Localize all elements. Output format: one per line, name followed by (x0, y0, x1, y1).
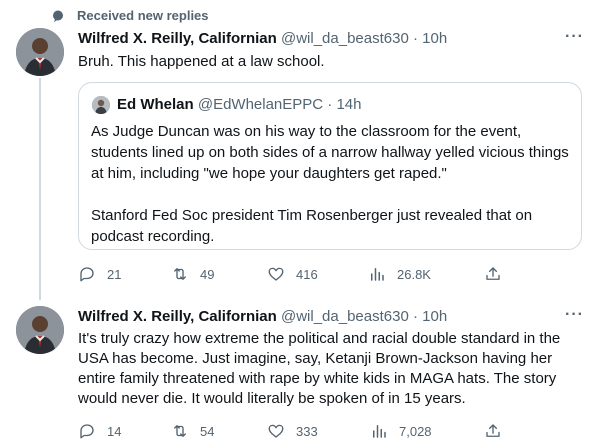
author-handle[interactable]: @wil_da_beast630 (281, 308, 409, 325)
tweet-header: Wilfred X. Reilly, Californian @wil_da_b… (78, 308, 447, 325)
person-avatar-icon (92, 96, 110, 114)
reply-icon (80, 424, 94, 439)
like-count: 416 (296, 266, 318, 282)
view-count: 26.8K (397, 266, 431, 282)
view-count: 7,028 (399, 423, 432, 439)
retweet-button[interactable]: 49 (171, 265, 214, 283)
person-avatar-icon (16, 28, 64, 76)
heart-icon (268, 267, 284, 281)
retweet-button[interactable]: 54 (171, 422, 214, 440)
reply-button[interactable]: 14 (78, 422, 121, 440)
share-icon (486, 267, 500, 280)
quoted-author-handle[interactable]: @EdWhelanEPPC (198, 96, 323, 113)
quoted-tweet-card[interactable]: Ed Whelan @EdWhelanEPPC · 14h As Judge D… (78, 82, 582, 250)
tweet-time[interactable]: · 10h (413, 308, 447, 325)
author-name[interactable]: Wilfred X. Reilly, Californian (78, 30, 277, 47)
tweet-text: It's truly crazy how extreme the politic… (78, 330, 561, 407)
views-button[interactable]: 26.8K (368, 265, 431, 283)
thread-connector-line (39, 78, 41, 300)
bar-chart-icon (371, 268, 384, 281)
reply-button[interactable]: 21 (78, 265, 121, 283)
reply-count: 14 (107, 423, 122, 439)
views-button[interactable]: 7,028 (370, 422, 432, 440)
share-button[interactable] (484, 265, 513, 283)
person-avatar-icon (16, 306, 64, 354)
more-options-button[interactable]: ··· (565, 28, 584, 46)
reply-count: 21 (107, 266, 122, 282)
quoted-tweet-header: Ed Whelan @EdWhelanEPPC · 14h (117, 96, 362, 113)
received-new-replies-label: Received new replies (77, 8, 209, 23)
like-button[interactable]: 333 (267, 422, 318, 440)
quoted-tweet-text: As Judge Duncan was on his way to the cl… (91, 121, 571, 247)
more-options-button[interactable]: ··· (565, 306, 584, 324)
bar-chart-icon (373, 425, 386, 438)
heart-icon (268, 424, 284, 438)
like-button[interactable]: 416 (267, 265, 318, 283)
quoted-paragraph-2: Stanford Fed Soc president Tim Rosenberg… (91, 207, 533, 245)
tweet-header: Wilfred X. Reilly, Californian @wil_da_b… (78, 30, 447, 47)
retweet-count: 49 (200, 266, 215, 282)
share-icon (486, 424, 500, 437)
author-handle[interactable]: @wil_da_beast630 (281, 30, 409, 47)
tweet-time[interactable]: · 10h (413, 30, 447, 47)
retweet-icon (174, 425, 186, 437)
quoted-author-name[interactable]: Ed Whelan (117, 96, 194, 113)
avatar[interactable] (16, 28, 64, 76)
retweet-count: 54 (200, 423, 215, 439)
quoted-avatar[interactable] (92, 96, 110, 114)
avatar[interactable] (16, 306, 64, 354)
reply-bubble-icon (53, 10, 63, 22)
retweet-icon (174, 268, 186, 280)
quoted-paragraph-1: As Judge Duncan was on his way to the cl… (91, 123, 569, 182)
like-count: 333 (296, 423, 318, 439)
author-name[interactable]: Wilfred X. Reilly, Californian (78, 308, 277, 325)
share-button[interactable] (484, 422, 513, 440)
quoted-tweet-time[interactable]: · 14h (327, 96, 361, 113)
reply-icon (80, 267, 94, 282)
tweet-text: Bruh. This happened at a law school. (78, 53, 325, 70)
